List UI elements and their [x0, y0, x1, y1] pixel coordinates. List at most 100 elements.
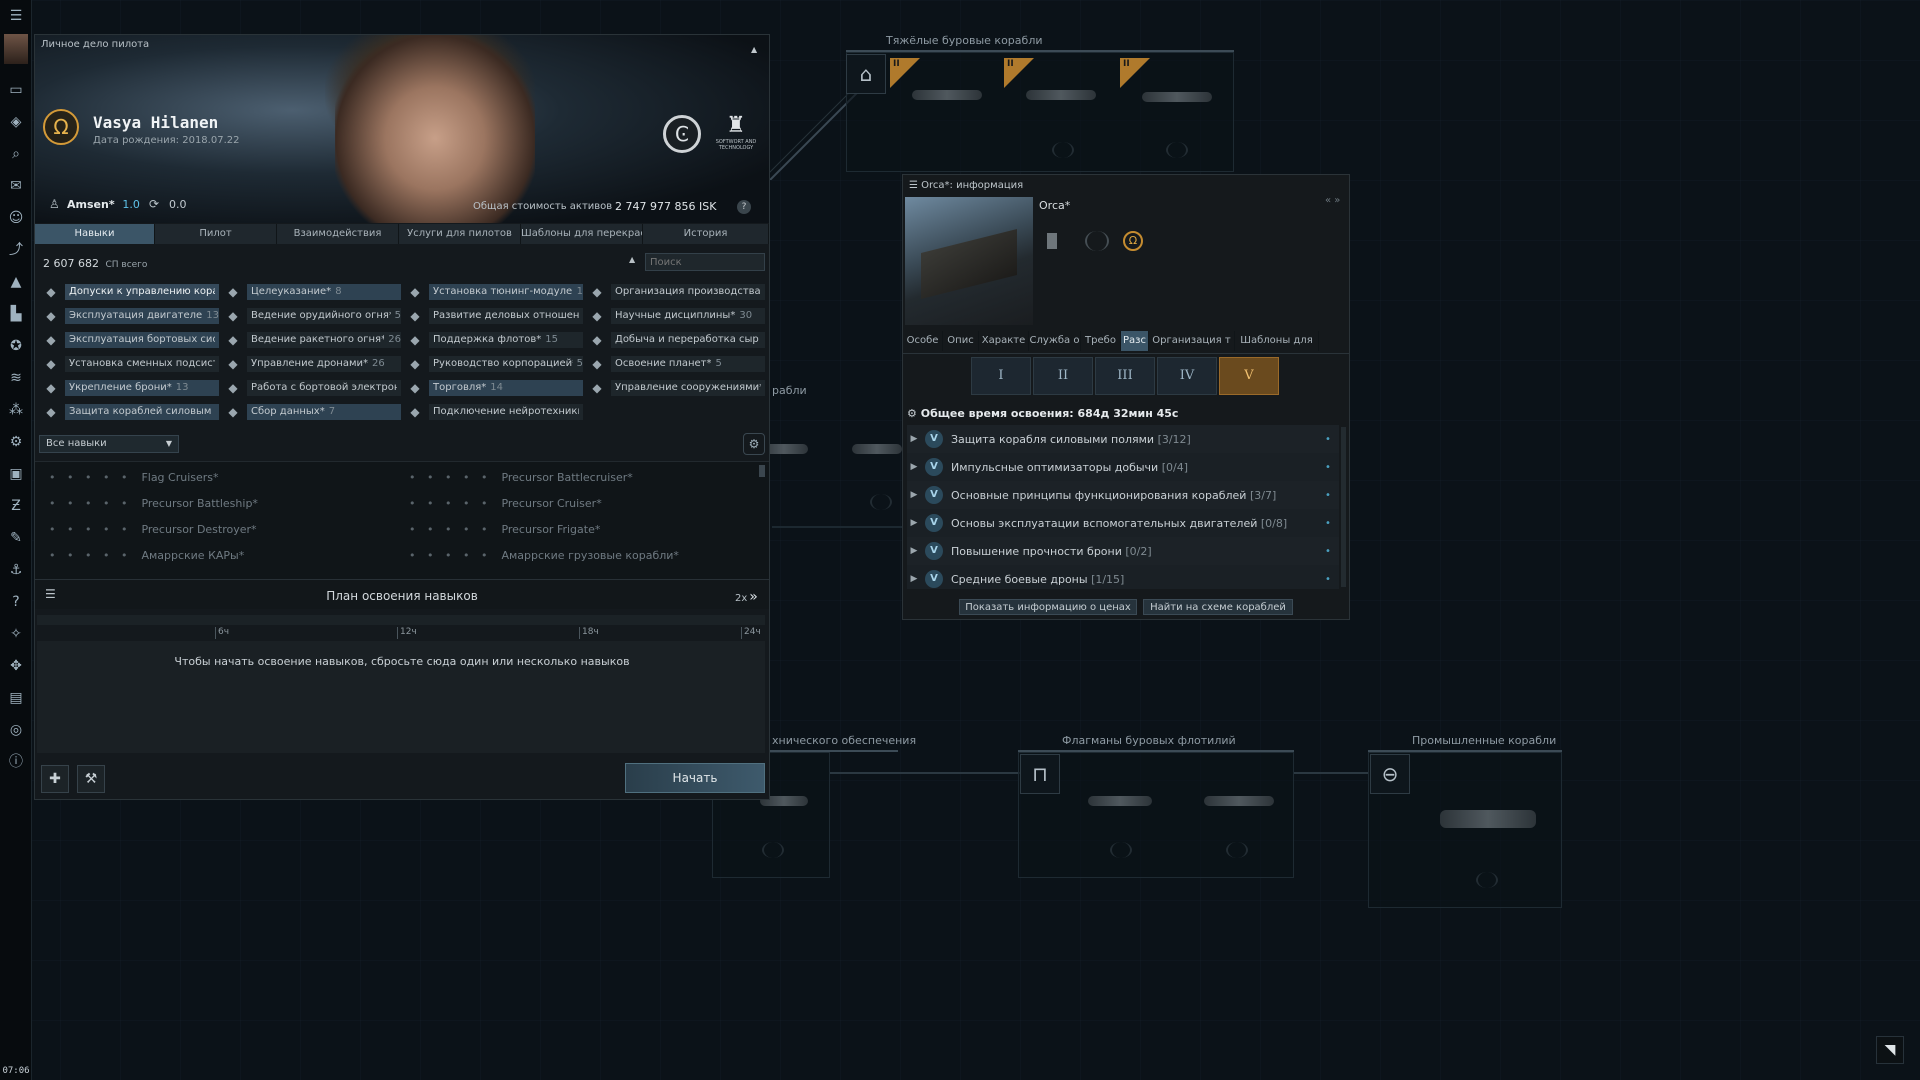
- scrollbar[interactable]: [1341, 427, 1346, 587]
- skillbook-item[interactable]: • • • • • Precursor Battlecruiser*: [409, 471, 633, 484]
- ship-rorqual[interactable]: [1088, 796, 1152, 806]
- mastery-level-3[interactable]: III: [1095, 357, 1155, 395]
- inventory-icon[interactable]: ◈: [6, 112, 26, 132]
- tab-history[interactable]: История: [643, 224, 769, 244]
- extract-skill-icon[interactable]: ⚒: [77, 765, 105, 793]
- skill-category[interactable]: ◆ Допуски к управлению кора: [43, 283, 219, 301]
- contracts-icon[interactable]: ✎: [6, 528, 26, 548]
- avatar-icon[interactable]: [4, 34, 28, 64]
- tab-fitting[interactable]: Служба о: [1029, 331, 1081, 351]
- history-nav-icon[interactable]: « »: [1325, 195, 1340, 206]
- fleet-icon[interactable]: ⚓: [6, 560, 26, 580]
- menu-icon[interactable]: ☰: [6, 6, 26, 26]
- tab-pilot-services[interactable]: Услуги для пилотов: [399, 224, 521, 244]
- skill-category[interactable]: ◆ Сбор данных* 7: [225, 403, 401, 421]
- skill-category[interactable]: ◆ Ведение ракетного огня* 26: [225, 331, 401, 349]
- skill-category[interactable]: ◆ Работа с бортовой электрон: [225, 379, 401, 397]
- tab-skins[interactable]: Шаблоны для: [1235, 331, 1319, 351]
- menu-icon[interactable]: ☰: [909, 180, 918, 191]
- corp-logo-icon[interactable]: Ͼ: [663, 115, 701, 153]
- industry-icon[interactable]: ▙: [6, 304, 26, 324]
- hull-class-icon[interactable]: ⌂: [846, 54, 886, 94]
- scrollbar-thumb[interactable]: [759, 465, 765, 477]
- tab-traits[interactable]: Особе: [903, 331, 943, 351]
- show-price-info-button[interactable]: Показать информацию о ценах: [959, 599, 1137, 615]
- scope-icon[interactable]: ◎: [6, 720, 26, 740]
- chat-icon[interactable]: ▭: [6, 80, 26, 100]
- skillbook-item[interactable]: • • • • • Precursor Destroyer*: [49, 523, 257, 536]
- queue-speed[interactable]: 2x»: [735, 589, 758, 605]
- certificate-row[interactable]: ▶ V Средние боевые дроны [1/15] •: [907, 565, 1339, 589]
- alliance-logo[interactable]: ♜ SOFTWORT AND TECHNOLOGY: [713, 113, 759, 157]
- search-icon[interactable]: ⌕: [6, 144, 26, 164]
- expand-arrow-icon[interactable]: ▶: [907, 546, 921, 556]
- tab-description[interactable]: Опис: [943, 331, 979, 351]
- skill-category[interactable]: ◆ Защита кораблей силовым: [43, 403, 219, 421]
- help-icon[interactable]: ?: [737, 200, 751, 214]
- skill-category[interactable]: ◆ Укрепление брони* 13: [43, 379, 219, 397]
- agency-icon[interactable]: ✪: [6, 336, 26, 356]
- skills-icon[interactable]: ≋: [6, 368, 26, 388]
- expand-arrow-icon[interactable]: ▶: [907, 574, 921, 584]
- tab-requirements[interactable]: Требо: [1081, 331, 1121, 351]
- skill-category[interactable]: ◆ Целеуказание* 8: [225, 283, 401, 301]
- tab-attributes[interactable]: Характе: [979, 331, 1029, 351]
- skill-category[interactable]: ◆ Установка сменных подсист: [43, 355, 219, 373]
- find-in-ship-tree-button[interactable]: Найти на схеме кораблей: [1143, 599, 1293, 615]
- skillbook-item[interactable]: • • • • • Амаррские КАРы*: [49, 549, 244, 562]
- map-icon[interactable]: ⁂: [6, 400, 26, 420]
- certificate-row[interactable]: ▶ V Основы эксплуатации вспомогательных дв…: [907, 509, 1339, 537]
- ship-orca[interactable]: [1204, 796, 1274, 806]
- ship-info-window[interactable]: ☰ Orca*: информация « » Orca* Ω Особе Оп…: [902, 174, 1350, 620]
- skillbook-item[interactable]: • • • • • Амаррские грузовые корабли*: [409, 549, 679, 562]
- hull-class-icon[interactable]: ⊖: [1370, 754, 1410, 794]
- skill-category[interactable]: ◆ Установка тюнинг-модулей* 1: [407, 283, 583, 301]
- skill-category[interactable]: ◆ Эксплуатация двигателей* 13: [43, 307, 219, 325]
- certificate-row[interactable]: ▶ V Повышение прочности брони [0/2] •: [907, 537, 1339, 565]
- certificate-row[interactable]: ▶ V Импульсные оптимизаторы добычи [0/4] •: [907, 453, 1339, 481]
- collapse-icon[interactable]: ▲: [751, 45, 757, 54]
- tab-skills[interactable]: Навыки: [35, 224, 155, 244]
- ship-hulk[interactable]: [912, 90, 982, 100]
- mastery-level-4[interactable]: IV: [1157, 357, 1217, 395]
- skill-category[interactable]: ◆ Подключение нейротехники*: [407, 403, 583, 421]
- skillbook-item[interactable]: • • • • • Flag Cruisers*: [49, 471, 219, 484]
- skill-category[interactable]: ◆ Организация производства*: [589, 283, 765, 301]
- skill-category[interactable]: ◆ Научные дисциплины* 30: [589, 307, 765, 325]
- mastery-level-1[interactable]: I: [971, 357, 1031, 395]
- skillbook-item[interactable]: • • • • • Precursor Cruiser*: [409, 497, 602, 510]
- skill-category[interactable]: ◆ Добыча и переработка сыр: [589, 331, 765, 349]
- skillbook-item[interactable]: • • • • • Precursor Battleship*: [49, 497, 258, 510]
- planets-icon[interactable]: Ƶ: [6, 496, 26, 516]
- tab-organization[interactable]: Организация т: [1149, 331, 1235, 351]
- skill-search-input[interactable]: [645, 253, 765, 271]
- info-icon[interactable]: ⓘ: [6, 752, 26, 772]
- skill-filter-select[interactable]: Все навыки ▼: [39, 435, 179, 453]
- certificate-row[interactable]: ▶ V Основные принципы функционирования кор…: [907, 481, 1339, 509]
- structures-icon[interactable]: ✥: [6, 656, 26, 676]
- mail-icon[interactable]: ✉: [6, 176, 26, 196]
- ship-mackinaw[interactable]: [1026, 90, 1096, 100]
- skillbook-item[interactable]: • • • • • Precursor Frigate*: [409, 523, 600, 536]
- skill-category[interactable]: ◆ Поддержка флотов* 15: [407, 331, 583, 349]
- skill-category[interactable]: ◆ Руководство корпорацией* 5: [407, 355, 583, 373]
- sort-icon[interactable]: ▲: [629, 255, 635, 264]
- mastery-level-2[interactable]: II: [1033, 357, 1093, 395]
- tab-interactions[interactable]: Взаимодействия: [277, 224, 399, 244]
- certificate-row[interactable]: ▶ V Защита корабля силовыми полями [3/12] •: [907, 425, 1339, 453]
- corp-icon[interactable]: ⚙: [6, 432, 26, 452]
- start-training-button[interactable]: Начать: [625, 763, 765, 793]
- market-icon[interactable]: ⤴: [6, 240, 26, 260]
- achievements-icon[interactable]: ✧: [6, 624, 26, 644]
- broadcast-icon[interactable]: ◥: [1876, 1036, 1904, 1064]
- help-icon[interactable]: ?: [6, 592, 26, 612]
- character-sheet-window[interactable]: Личное дело пилота ▲ Ω Vasya Hilanen Дат…: [34, 34, 770, 800]
- ship-industrial[interactable]: [1440, 810, 1536, 828]
- corp-name[interactable]: Amsen* 1.0: [67, 198, 140, 211]
- settings-gear-icon[interactable]: ⚙: [743, 433, 765, 455]
- skill-category[interactable]: ◆ Эксплуатация бортовых сист: [43, 331, 219, 349]
- inject-skill-icon[interactable]: ✚: [41, 765, 69, 793]
- ship-silhouette[interactable]: [852, 444, 902, 454]
- assets-icon[interactable]: ▣: [6, 464, 26, 484]
- fitting-icon[interactable]: ▲: [6, 272, 26, 292]
